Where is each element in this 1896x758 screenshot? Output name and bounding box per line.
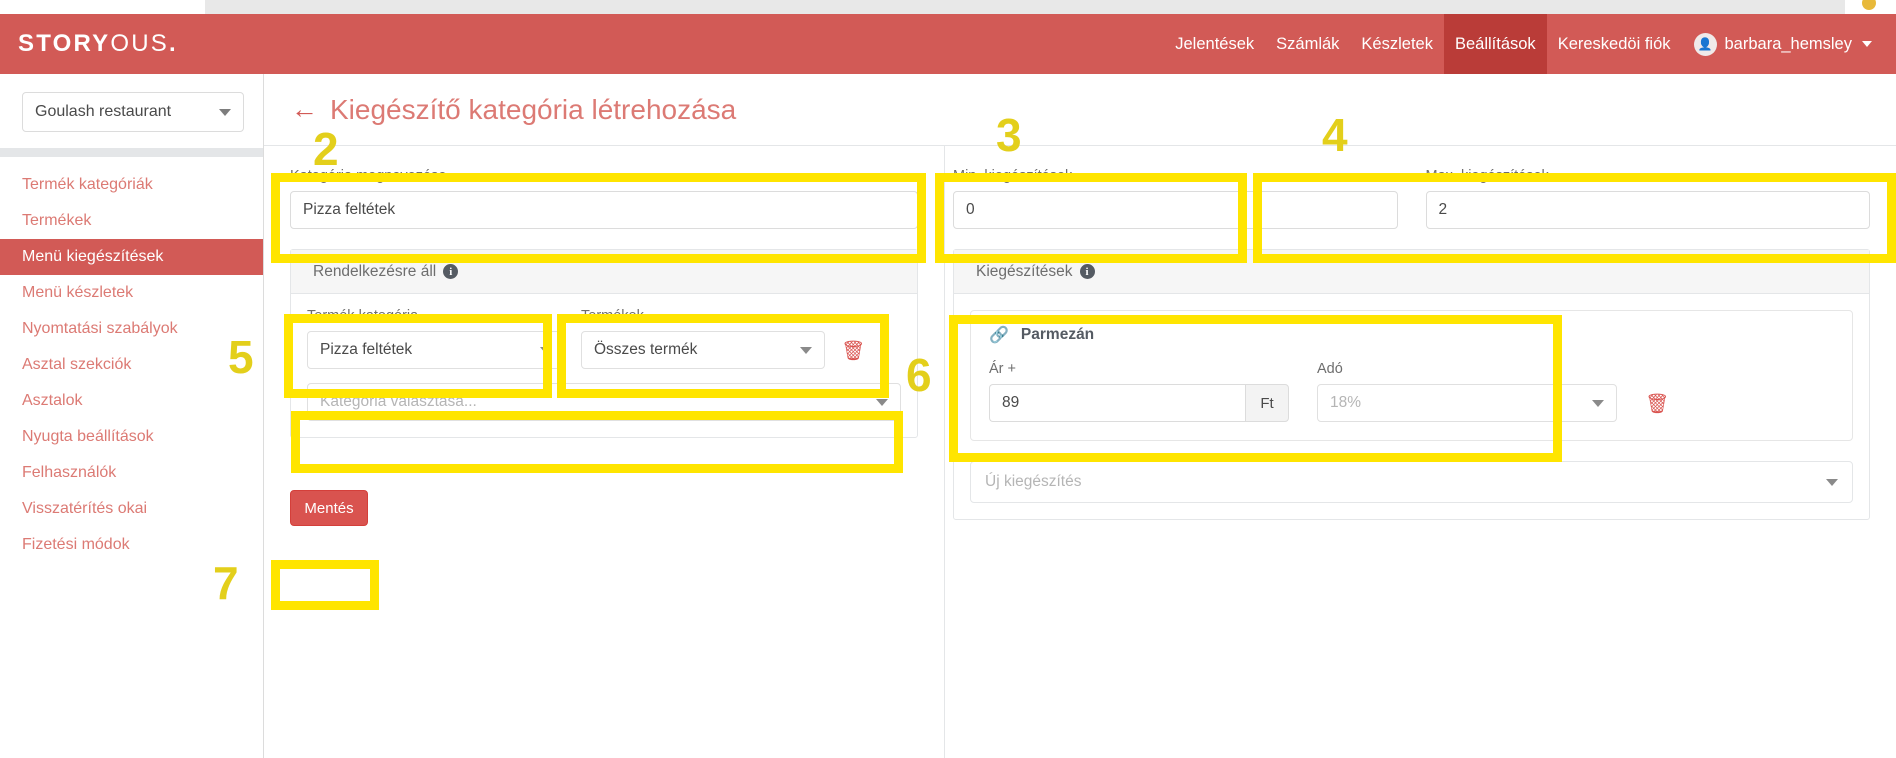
new-addon-select[interactable]: Új kiegészítés [970, 461, 1853, 503]
price-group: Ár + Ft [989, 361, 1289, 422]
trash-icon[interactable]: 🗑 [1645, 395, 1669, 422]
left-column: Kategória megnevezése Rendelkezésre áll … [264, 146, 944, 758]
top-nav-links: Jelentések Számlák Készletek Beállítások… [1164, 14, 1880, 74]
storyous-logo[interactable]: STORYOUS. [18, 30, 178, 58]
sidebar-menu: Termék kategóriák Termékek Menü kiegészí… [0, 157, 263, 563]
trash-icon[interactable]: 🗑 [841, 342, 865, 369]
tax-select[interactable]: 18% [1317, 384, 1617, 422]
content-columns: Kategória megnevezése Rendelkezésre áll … [264, 146, 1896, 758]
products-label: Termékek [581, 308, 644, 324]
price-label: Ár + [989, 361, 1016, 377]
browser-chrome-sliver [0, 0, 1896, 14]
category-name-field-group: Kategória megnevezése [290, 168, 918, 229]
minmax-row: Min. kiegészítések Max. kiegészítések [953, 168, 1870, 229]
store-select-value: Goulash restaurant [35, 103, 172, 120]
browser-status-dot-icon [1862, 0, 1876, 10]
products-select[interactable]: Összes termék [581, 331, 825, 369]
max-addons-input[interactable] [1425, 191, 1870, 229]
store-select[interactable]: Goulash restaurant [22, 92, 244, 132]
chevron-down-icon [1862, 41, 1872, 47]
right-column: Min. kiegészítések Max. kiegészítések Ki… [944, 146, 1896, 758]
chevron-down-icon [1826, 478, 1838, 486]
sidebar-item-menu-kiegeszitesek[interactable]: Menü kiegészítések [0, 239, 263, 275]
tax-label: Adó [1317, 361, 1343, 377]
sidebar-item-termekek[interactable]: Termékek [0, 203, 263, 239]
sidebar-item-visszaterites-okai[interactable]: Visszatérítés okai [0, 491, 263, 527]
sidebar-item-nyugta-beallitasok[interactable]: Nyugta beállítások [0, 419, 263, 455]
product-category-group: Termék kategória Pizza feltétek [307, 308, 565, 369]
category-picker-group: Kategória választása... [307, 383, 901, 421]
info-icon[interactable]: i [443, 264, 459, 279]
chevron-down-icon [800, 346, 812, 354]
sidebar-divider [0, 148, 263, 157]
page-header: ← Kiegészítő kategória létrehozása [264, 74, 1896, 146]
chevron-down-icon [1592, 399, 1604, 407]
nav-item-beallitasok[interactable]: Beállítások [1443, 14, 1547, 74]
category-name-input[interactable] [290, 191, 918, 229]
availability-panel: Rendelkezésre áll i Termék kategória Piz… [290, 249, 918, 438]
min-addons-group: Min. kiegészítések [953, 168, 1398, 229]
save-button[interactable]: Mentés [290, 490, 368, 526]
sidebar-item-termek-kategoriak[interactable]: Termék kategóriák [0, 167, 263, 203]
logo-light-part: OUS [110, 30, 169, 57]
sidebar-item-asztalok[interactable]: Asztalok [0, 383, 263, 419]
product-category-select[interactable]: Pizza feltétek [307, 331, 565, 369]
product-category-label: Termék kategória [307, 308, 419, 324]
availability-row: Termék kategória Pizza feltétek Termékek… [307, 308, 901, 369]
price-currency-suffix: Ft [1245, 384, 1289, 422]
tax-group: Adó 18% [1317, 361, 1617, 422]
top-navigation-bar: STORYOUS. Jelentések Számlák Készletek B… [0, 14, 1896, 74]
addon-name-label: Parmezán [1020, 326, 1095, 343]
category-name-label: Kategória megnevezése [290, 168, 447, 184]
sidebar: Goulash restaurant Termék kategóriák Ter… [0, 74, 264, 758]
addon-title-row: 🔗 Parmezán [989, 325, 1834, 345]
link-icon[interactable]: 🔗 [989, 325, 1009, 345]
user-avatar-icon: 👤 [1693, 32, 1717, 56]
user-name-label: barbara_hemsley [1724, 34, 1853, 53]
price-input-wrapper: Ft [989, 384, 1289, 422]
max-addons-group: Max. kiegészítések [1425, 168, 1870, 229]
sidebar-item-asztal-szekciok[interactable]: Asztal szekciók [0, 347, 263, 383]
store-selector-wrapper: Goulash restaurant [0, 74, 263, 148]
sidebar-item-fizetesi-modok[interactable]: Fizetési módok [0, 527, 263, 563]
browser-tab-strip[interactable] [205, 0, 1845, 14]
nav-item-jelentesek[interactable]: Jelentések [1164, 14, 1265, 74]
tax-value: 18% [1330, 394, 1362, 411]
product-category-value: Pizza feltétek [320, 341, 413, 358]
price-input[interactable] [989, 384, 1245, 422]
min-addons-input[interactable] [953, 191, 1398, 229]
main-content: ← Kiegészítő kategória létrehozása Kateg… [264, 74, 1896, 758]
addon-item-card: 🔗 Parmezán Ár + Ft [970, 310, 1853, 441]
nav-item-keszletek[interactable]: Készletek [1350, 14, 1444, 74]
addons-panel-header: Kiegészítések i [954, 250, 1869, 294]
sidebar-item-menu-keszletek[interactable]: Menü készletek [0, 275, 263, 311]
chevron-down-icon [540, 346, 552, 354]
addons-panel: Kiegészítések i 🔗 Parmezán Ár + 89 Ft Ad… [953, 249, 1870, 520]
availability-panel-title: Rendelkezésre áll [313, 262, 437, 280]
products-value: Összes termék [594, 341, 698, 358]
min-addons-label: Min. kiegészítések [953, 168, 1073, 184]
nav-item-kereskedoi-fiok[interactable]: Kereskedöi fiók [1547, 14, 1682, 74]
nav-item-szamlak[interactable]: Számlák [1265, 14, 1350, 74]
addons-panel-title: Kiegészítések [976, 262, 1073, 280]
page-title: Kiegészítő kategória létrehozása [330, 93, 737, 125]
category-picker-select[interactable]: Kategória választása... [307, 383, 901, 421]
sidebar-item-nyomtatasi-szabalyok[interactable]: Nyomtatási szabályok [0, 311, 263, 347]
logo-dot: . [168, 30, 178, 57]
new-addon-placeholder: Új kiegészítés [985, 473, 1082, 490]
products-group: Termékek Összes termék [581, 308, 825, 369]
chevron-down-icon [876, 398, 888, 406]
addon-price-row: Ár + Ft Adó 18% [989, 361, 1834, 422]
category-picker-placeholder: Kategória választása... [320, 393, 477, 410]
chevron-down-icon [219, 108, 231, 116]
logo-bold-part: STORY [18, 30, 111, 57]
sidebar-item-felhasznalok[interactable]: Felhasználók [0, 455, 263, 491]
back-arrow-icon[interactable]: ← [291, 96, 318, 123]
addons-panel-body: 🔗 Parmezán Ár + Ft [954, 294, 1869, 519]
info-icon[interactable]: i [1079, 264, 1095, 279]
max-addons-label: Max. kiegészítések [1425, 168, 1549, 184]
availability-panel-header: Rendelkezésre áll i [291, 250, 917, 294]
user-menu[interactable]: 👤 barbara_hemsley [1682, 14, 1881, 74]
availability-panel-body: Termék kategória Pizza feltétek Termékek… [291, 294, 917, 437]
